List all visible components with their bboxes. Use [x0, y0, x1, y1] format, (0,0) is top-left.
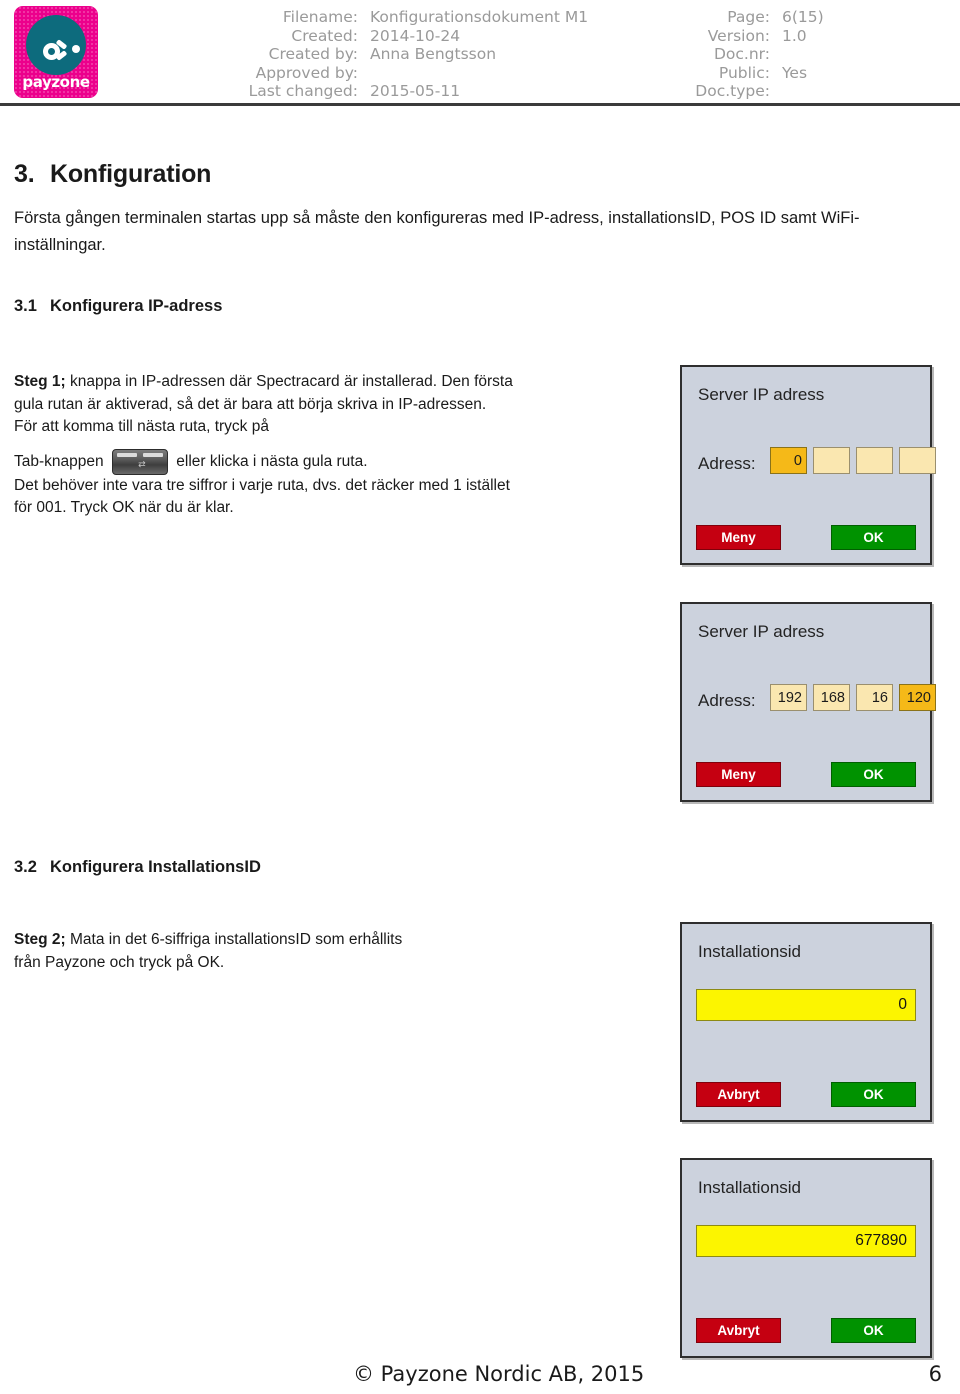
heading-3-2-title: Konfigurera InstallationsID — [50, 858, 261, 876]
header-divider — [0, 103, 960, 106]
step-1-line-6: för 001. Tryck OK när du är klar. — [14, 499, 234, 516]
ip-octet-3[interactable] — [856, 447, 893, 474]
ip-octet-1[interactable]: 192 — [770, 684, 807, 711]
logo-dot-icon — [72, 45, 80, 53]
meny-button[interactable]: Meny — [696, 525, 781, 550]
logo-alpha-glyph-icon — [43, 39, 71, 63]
terminal-screen-server-ip-filled: Server IP adress Adress: 192 168 16 120 … — [680, 602, 936, 802]
ip-octet-4[interactable]: 120 — [899, 684, 936, 711]
header-label-doc-nr: Doc.nr: — [713, 45, 770, 64]
installationsid-input[interactable]: 677890 — [696, 1225, 916, 1257]
ok-button[interactable]: OK — [831, 1318, 916, 1343]
header-label-page: Page: — [727, 8, 770, 26]
header-label-version: Version: — [707, 26, 770, 45]
heading-3-1-number: 3.1 — [14, 297, 37, 315]
tab-key-text-after: eller klicka i nästa gula ruta. — [176, 452, 368, 470]
header-metadata-table: Filename: Konfigurationsdokument M1 Page… — [180, 8, 950, 101]
meny-button[interactable]: Meny — [696, 762, 781, 787]
heading-section-3: 3. Konfiguration — [14, 160, 211, 189]
header-label-doc-type: Doc.type: — [695, 82, 770, 101]
ok-button[interactable]: OK — [831, 762, 916, 787]
footer-copyright: © Payzone Nordic AB, 2015 — [353, 1362, 645, 1386]
screen-field-label: Adress: — [698, 691, 756, 710]
step-1-line-4: Tab-knappen ⇄ eller klicka i nästa gula … — [14, 448, 579, 475]
installationsid-input[interactable]: 0 — [696, 989, 916, 1021]
header-row: Created: 2014-10-24 Version: 1.0 — [180, 27, 950, 46]
header-label-filename: Filename: — [282, 8, 358, 26]
step-1-line-1-text: knappa in IP-adressen där Spectracard är… — [65, 373, 513, 390]
header-label-last-changed: Last changed: — [248, 82, 358, 101]
screen-title: Server IP adress — [698, 622, 825, 641]
ip-octet-1[interactable]: 0 — [770, 447, 807, 474]
header-value-created: 2014-10-24 — [370, 26, 461, 45]
ip-octet-2[interactable]: 168 — [813, 684, 850, 711]
step-1-paragraph: Steg 1; knappa in IP-adressen där Spectr… — [14, 371, 579, 520]
heading-3-title: Konfiguration — [50, 160, 212, 188]
heading-3-1-title: Konfigurera IP-adress — [50, 297, 223, 315]
header-value-page: 6(15) — [782, 8, 824, 26]
step-2-line-1-text: Mata in det 6-siffriga installationsID s… — [65, 931, 403, 948]
step-2-label: Steg 2; — [14, 931, 66, 948]
logo-wordmark: payzone — [22, 73, 90, 91]
screen-title: Server IP adress — [698, 385, 825, 404]
heading-3-number: 3. — [14, 160, 35, 188]
tab-key-text-before: Tab-knappen — [14, 452, 104, 470]
screen-title: Installationsid — [698, 1178, 802, 1197]
terminal-screen-installationsid-filled: Installationsid 677890 Avbryt OK — [680, 1158, 932, 1358]
step-1-line-2: gula rutan är aktiverad, så det är bara … — [14, 395, 487, 413]
footer-page-number: 6 — [928, 1362, 942, 1386]
heading-section-3-2: 3.2 Konfigurera InstallationsID — [14, 858, 261, 877]
screen-field-label: Adress: — [698, 454, 756, 473]
header-row: Approved by: Public: Yes — [180, 64, 950, 83]
heading-3-2-number: 3.2 — [14, 858, 37, 876]
logo-teal-circle — [26, 15, 86, 75]
terminal-screen-server-ip-empty: Server IP adress Adress: 0 Meny OK — [680, 365, 936, 565]
header-value-last-changed: 2015-05-11 — [370, 82, 461, 101]
ip-octet-group: 0 — [770, 447, 936, 474]
header-row: Filename: Konfigurationsdokument M1 Page… — [180, 8, 950, 27]
tab-key-icon: ⇄ — [111, 448, 168, 475]
ip-octet-3[interactable]: 16 — [856, 684, 893, 711]
avbryt-button[interactable]: Avbryt — [696, 1318, 781, 1343]
heading-section-3-1: 3.1 Konfigurera IP-adress — [14, 297, 222, 316]
ip-octet-group: 192 168 16 120 — [770, 684, 936, 711]
ok-button[interactable]: OK — [831, 525, 916, 550]
ok-button[interactable]: OK — [831, 1082, 916, 1107]
step-2-line-1: Steg 2; Mata in det 6-siffriga installat… — [14, 929, 574, 952]
ip-octet-2[interactable] — [813, 447, 850, 474]
section-3-intro-paragraph: Första gången terminalen startas upp så … — [14, 209, 860, 254]
ip-octet-4[interactable] — [899, 447, 936, 474]
step-1-line-5: Det behöver inte vara tre siffror i varj… — [14, 476, 510, 494]
header-label-created-by: Created by: — [268, 45, 358, 64]
header-label-approved-by: Approved by: — [255, 63, 358, 82]
header-value-public: Yes — [782, 63, 808, 82]
header-row: Last changed: 2015-05-11 Doc.type: — [180, 82, 950, 101]
step-1-label: Steg 1; — [14, 373, 66, 390]
header-label-public: Public: — [718, 63, 770, 82]
header-value-filename: Konfigurationsdokument M1 — [370, 8, 589, 26]
step-2-line-2: från Payzone och tryck på OK. — [14, 953, 225, 971]
header-value-created-by: Anna Bengtsson — [370, 45, 497, 64]
screen-title: Installationsid — [698, 942, 802, 961]
document-header: payzone Filename: Konfigurationsdokument… — [0, 0, 960, 106]
header-label-created: Created: — [291, 26, 358, 45]
header-row: Created by: Anna Bengtsson Doc.nr: — [180, 45, 950, 64]
payzone-logo: payzone — [14, 6, 98, 98]
terminal-screen-installationsid-empty: Installationsid 0 Avbryt OK — [680, 922, 932, 1122]
step-2-paragraph: Steg 2; Mata in det 6-siffriga installat… — [14, 929, 574, 974]
header-value-version: 1.0 — [782, 26, 807, 45]
step-1-line-3: För att komma till nästa ruta, tryck på — [14, 418, 269, 435]
step-1-line-1: Steg 1; knappa in IP-adressen där Spectr… — [14, 371, 579, 394]
avbryt-button[interactable]: Avbryt — [696, 1082, 781, 1107]
